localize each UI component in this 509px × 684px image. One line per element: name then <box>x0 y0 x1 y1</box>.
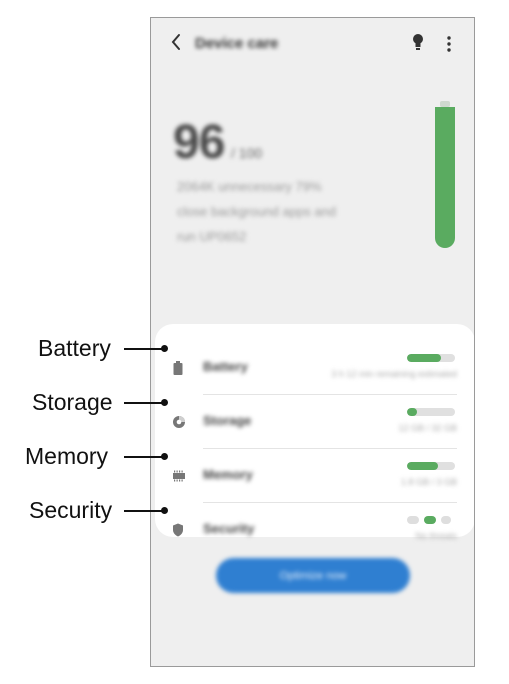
status-row-sub: 12 GB / 32 GB <box>398 423 457 433</box>
divider <box>203 502 457 503</box>
chevron-left-icon[interactable] <box>169 32 183 52</box>
callout-line <box>124 402 165 404</box>
description-line: run UP0652 <box>177 229 247 244</box>
phone-screen: Device care 96 / 100 2064K unnecessary 7… <box>150 17 475 667</box>
level-fill <box>407 462 439 470</box>
status-row-label: Security <box>203 521 255 536</box>
status-dot <box>407 516 419 524</box>
callout-dot <box>161 507 168 514</box>
score-unit: / 100 <box>231 145 263 161</box>
callout-dot <box>161 345 168 352</box>
callout-line <box>124 348 165 350</box>
shield-icon <box>173 523 183 537</box>
score-gauge <box>435 101 455 248</box>
callout-line <box>124 456 165 458</box>
status-row-battery[interactable]: Battery 3 h 12 min remaining estimated <box>155 342 474 395</box>
optimize-now-button[interactable]: Optimize now <box>216 558 410 593</box>
gauge-fill <box>435 107 455 248</box>
status-row-sub: No threats <box>415 531 457 541</box>
callout-label: Storage <box>32 389 113 415</box>
security-status-dots <box>407 516 457 526</box>
level-fill <box>407 354 441 362</box>
status-dot <box>441 516 451 524</box>
callout-label: Security <box>29 497 113 523</box>
memory-chip-icon <box>173 470 185 482</box>
status-row-label: Memory <box>203 467 253 482</box>
status-row-sub: 1.8 GB / 3 GB <box>400 477 457 487</box>
status-row-security[interactable]: Security No threats <box>155 504 474 557</box>
callout-line <box>124 510 165 512</box>
score-description: 2064K unnecessary 79% close background a… <box>177 174 397 249</box>
score-value: 96 <box>173 116 225 169</box>
status-row-memory[interactable]: Memory 1.8 GB / 3 GB <box>155 450 474 503</box>
pie-chart-icon <box>173 416 185 428</box>
divider <box>203 448 457 449</box>
memory-level-bar <box>407 462 455 470</box>
status-row-storage[interactable]: Storage 12 GB / 32 GB <box>155 396 474 449</box>
divider <box>203 394 457 395</box>
more-vertical-icon[interactable] <box>445 34 453 54</box>
lightbulb-icon[interactable] <box>412 33 424 53</box>
status-dot-active <box>424 516 436 524</box>
status-row-label: Storage <box>203 413 252 428</box>
callout-dot <box>161 453 168 460</box>
callout-label: Memory <box>25 443 109 469</box>
battery-level-bar <box>407 354 455 362</box>
status-row-sub: 3 h 12 min remaining estimated <box>331 369 457 379</box>
status-card: Battery 3 h 12 min remaining estimated S… <box>155 324 474 541</box>
app-bar: Device care <box>151 18 474 70</box>
level-fill <box>407 408 417 416</box>
page-title: Device care <box>195 35 279 52</box>
description-line: close background apps and <box>177 204 337 219</box>
battery-icon <box>173 361 183 375</box>
description-line: 2064K unnecessary 79% <box>177 179 322 194</box>
callout-label: Battery <box>38 335 111 361</box>
storage-level-bar <box>407 408 455 416</box>
callout-dot <box>161 399 168 406</box>
status-row-label: Battery <box>203 359 248 374</box>
